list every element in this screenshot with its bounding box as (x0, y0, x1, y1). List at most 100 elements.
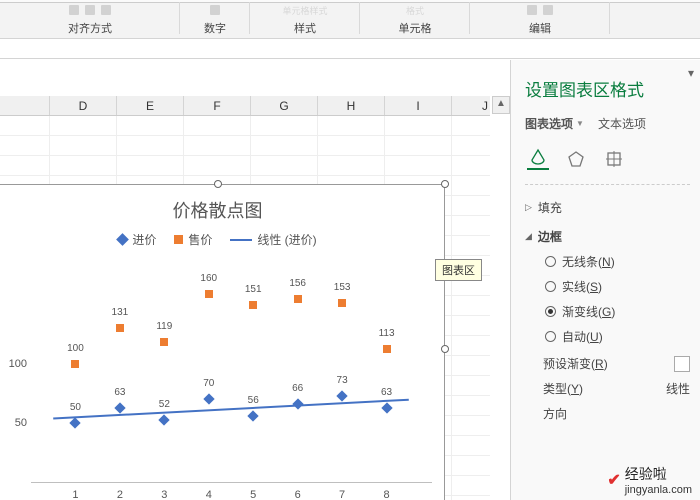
data-point[interactable] (116, 404, 124, 412)
data-point[interactable] (160, 416, 168, 424)
data-label: 56 (248, 395, 259, 406)
chevron-right-icon: ▷ (525, 202, 532, 213)
ribbon: 对齐方式 数字 单元格样式 样式 格式 单元格 编辑 (0, 3, 700, 39)
column-header[interactable]: I (385, 96, 452, 115)
diamond-marker-icon (116, 233, 129, 246)
data-point[interactable] (205, 290, 213, 298)
resize-handle[interactable] (441, 180, 449, 188)
x-tick-label: 7 (339, 489, 345, 500)
legend-label: 进价 (132, 231, 156, 248)
watermark-url: jingyanla.com (625, 484, 692, 496)
data-point[interactable] (294, 400, 302, 408)
data-label: 63 (381, 387, 392, 398)
column-header[interactable] (0, 96, 50, 115)
ribbon-label-number: 数字 (204, 23, 226, 35)
data-label: 160 (200, 273, 217, 284)
y-tick-label: 50 (0, 417, 27, 429)
data-point[interactable] (205, 395, 213, 403)
ribbon-group-number: 数字 (180, 2, 250, 38)
resize-handle[interactable] (214, 180, 222, 188)
data-label: 66 (292, 383, 303, 394)
data-label: 153 (334, 282, 351, 293)
gradient-direction[interactable]: 方向 (525, 399, 690, 424)
tab-text-options[interactable]: 文本选项 (598, 115, 646, 132)
data-label: 73 (337, 375, 348, 386)
data-point[interactable] (383, 404, 391, 412)
data-point[interactable] (249, 412, 257, 420)
chevron-down-icon: ▼ (576, 119, 584, 128)
data-label: 63 (114, 387, 125, 398)
legend-label: 线性 (进价) (257, 231, 316, 248)
size-props-icon[interactable] (603, 148, 625, 170)
data-point[interactable] (116, 324, 124, 332)
data-point[interactable] (71, 360, 79, 368)
x-tick-label: 1 (72, 489, 78, 500)
column-header[interactable]: F (184, 96, 251, 115)
y-tick-label: 100 (0, 358, 27, 370)
data-label: 113 (379, 328, 395, 339)
ribbon-label-align: 对齐方式 (68, 23, 112, 35)
scroll-up-icon[interactable]: ▲ (492, 96, 510, 114)
radio-no-line[interactable]: 无线条(N) (545, 249, 690, 274)
watermark-logo-icon: ✔ (607, 470, 620, 490)
data-label: 52 (159, 399, 170, 410)
gradient-type[interactable]: 类型(Y)线性 (525, 374, 690, 399)
data-label: 50 (70, 402, 81, 413)
fill-line-icon[interactable] (527, 148, 549, 170)
column-header[interactable]: G (251, 96, 318, 115)
radio-gradient-line[interactable]: 渐变线(G) (545, 299, 690, 324)
legend-label: 售价 (188, 231, 212, 248)
formula-bar[interactable] (0, 39, 700, 59)
square-marker-icon (174, 235, 183, 244)
data-label: 100 (67, 343, 84, 354)
x-axis (31, 482, 432, 483)
x-tick-label: 6 (295, 489, 301, 500)
data-point[interactable] (249, 301, 257, 309)
x-tick-label: 5 (250, 489, 256, 500)
chart-title[interactable]: 价格散点图 (0, 185, 444, 227)
data-label: 119 (156, 321, 172, 332)
data-point[interactable] (294, 295, 302, 303)
watermark: ✔ 经验啦 jingyanla.com (607, 464, 692, 496)
section-fill[interactable]: ▷填充 (525, 191, 690, 220)
x-tick-label: 3 (161, 489, 167, 500)
column-headers: DEFGHIJ (0, 96, 490, 116)
x-tick-label: 2 (117, 489, 123, 500)
format-pane: ▾ 设置图表区格式 图表选项▼ 文本选项 ▷填充 ◢边框 无线条(N) 实线(S… (510, 60, 700, 500)
column-header[interactable]: E (117, 96, 184, 115)
preset-gradient[interactable]: 预设渐变(R) (525, 349, 690, 374)
ribbon-group-edit: 编辑 (470, 2, 610, 38)
radio-solid-line[interactable]: 实线(S) (545, 274, 690, 299)
plot-area[interactable]: 图表区 501001234567850635270566673631001311… (31, 271, 432, 483)
radio-auto-line[interactable]: 自动(U) (545, 324, 690, 349)
data-point[interactable] (71, 419, 79, 427)
ribbon-group-styles: 单元格样式 样式 (250, 2, 360, 38)
resize-handle[interactable] (441, 345, 449, 353)
chart-legend[interactable]: 进价 售价 线性 (进价) (0, 227, 444, 256)
data-point[interactable] (338, 392, 346, 400)
line-icon (230, 239, 252, 241)
tab-chart-options[interactable]: 图表选项▼ (525, 115, 584, 132)
data-label: 156 (289, 278, 306, 289)
data-point[interactable] (160, 338, 168, 346)
ribbon-label-cells: 单元格 (399, 23, 432, 35)
column-header[interactable]: D (50, 96, 117, 115)
close-icon[interactable]: ▾ (688, 66, 694, 80)
watermark-brand: 经验啦 (625, 464, 692, 484)
x-tick-label: 4 (206, 489, 212, 500)
chart-tooltip: 图表区 (435, 259, 482, 281)
section-border[interactable]: ◢边框 (525, 220, 690, 249)
x-tick-label: 8 (383, 489, 389, 500)
effects-icon[interactable] (565, 148, 587, 170)
chevron-down-icon: ◢ (525, 231, 532, 242)
chart-area[interactable]: 价格散点图 进价 售价 线性 (进价) 图表区 5010012345678506… (0, 184, 445, 500)
data-label: 70 (203, 378, 214, 389)
data-point[interactable] (338, 299, 346, 307)
column-header[interactable]: H (318, 96, 385, 115)
ribbon-group-cells: 格式 单元格 (360, 2, 470, 38)
ribbon-label-edit: 编辑 (529, 23, 551, 35)
data-point[interactable] (383, 345, 391, 353)
preset-dropdown[interactable] (674, 356, 690, 372)
worksheet[interactable]: DEFGHIJ ▲ 价格散点图 进价 售价 线性 (进价) 图表区 50 100 1… (0, 60, 510, 500)
data-label: 151 (245, 284, 262, 295)
